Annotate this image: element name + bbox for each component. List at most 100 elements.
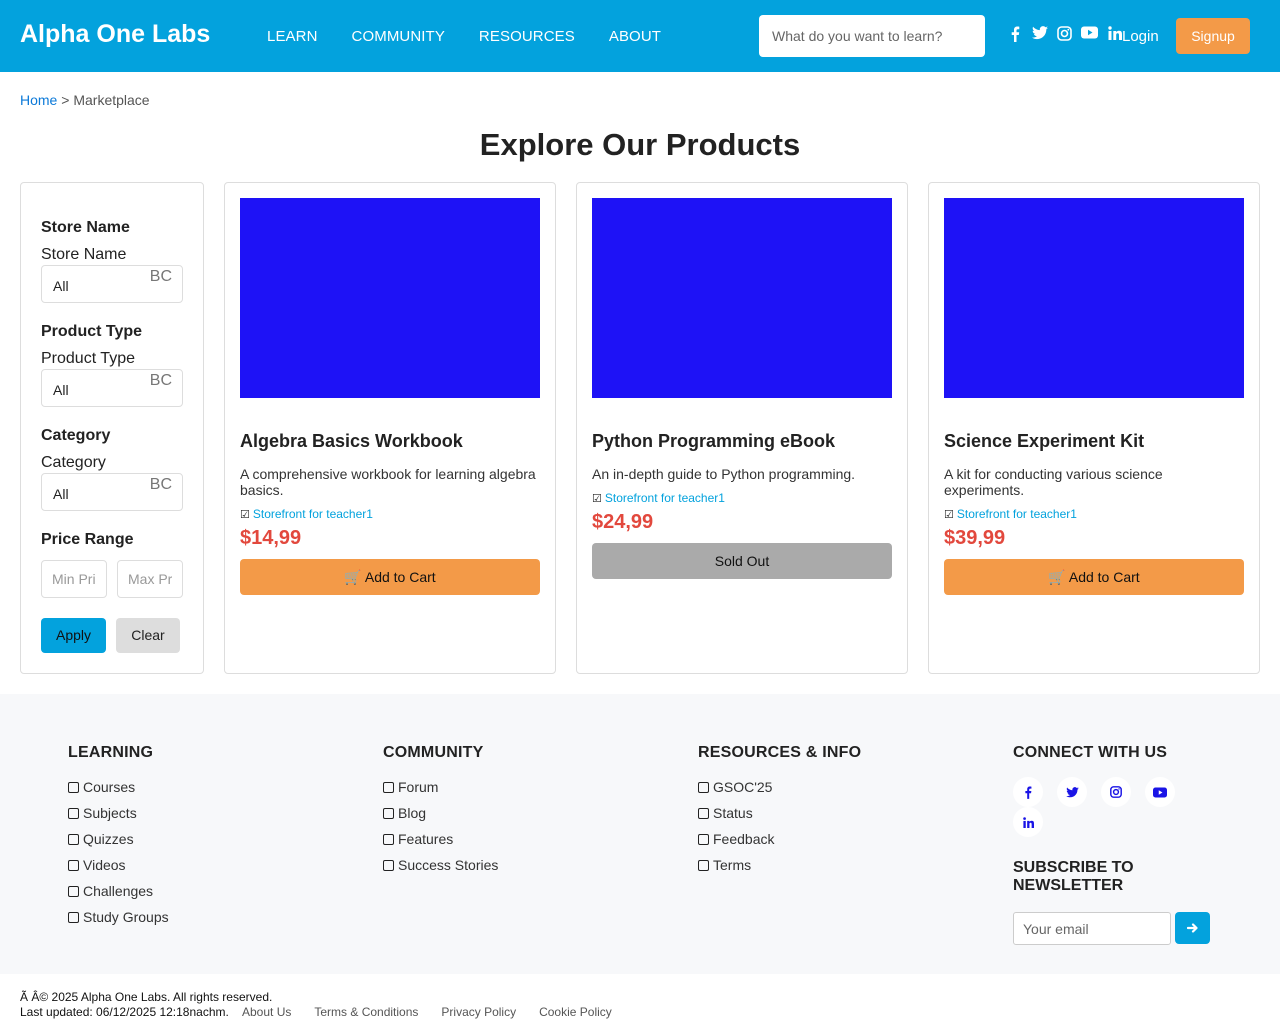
product-image[interactable] [592, 198, 892, 398]
footer-link-label: Subjects [83, 805, 137, 821]
footer-link-success-stories[interactable]: Success Stories [383, 857, 498, 883]
legal-link-cookie[interactable]: Cookie Policy [539, 1005, 612, 1019]
store-name: Storefront for teacher1 [956, 507, 1077, 521]
breadcrumb-current: Marketplace [73, 92, 150, 108]
signup-button[interactable]: Signup [1176, 18, 1250, 54]
footer-link-label: Feedback [713, 831, 775, 847]
header-social-links [1002, 26, 1127, 46]
facebook-icon[interactable] [1013, 777, 1043, 807]
add-to-cart-button[interactable]: 🛒 Add to Cart [944, 559, 1244, 595]
footer-link-blog[interactable]: Blog [383, 805, 498, 831]
square-icon [68, 912, 79, 923]
footer-link-subjects[interactable]: Subjects [68, 805, 169, 831]
last-updated-text: Last updated: 06/12/2025 12:18nachm. [20, 1005, 229, 1019]
legal-link-terms[interactable]: Terms & Conditions [314, 1005, 418, 1019]
footer-heading: LEARNING [68, 744, 154, 761]
footer-link-forum[interactable]: Forum [383, 779, 498, 805]
footer-link-terms[interactable]: Terms [698, 857, 861, 883]
max-price-input[interactable] [117, 560, 183, 598]
store-link[interactable]: ☑ Storefront for teacher1 [944, 507, 1077, 521]
footer-connect: CONNECT WITH US SUBSCRIBE TO NEWSLETTER [1013, 744, 1233, 954]
instagram-icon[interactable] [1052, 26, 1077, 46]
min-price-input[interactable] [41, 560, 107, 598]
youtube-icon[interactable] [1145, 777, 1175, 807]
product-description: A comprehensive workbook for learning al… [240, 466, 536, 498]
product-card: Science Experiment Kit A kit for conduct… [928, 182, 1260, 674]
footer-link-videos[interactable]: Videos [68, 857, 169, 883]
clear-button[interactable]: Clear [116, 618, 180, 653]
nav-learn[interactable]: LEARN [267, 28, 318, 45]
footer-link-label: Terms [713, 857, 752, 873]
youtube-icon[interactable] [1077, 26, 1102, 46]
nav-community[interactable]: COMMUNITY [352, 28, 445, 45]
footer-link-feedback[interactable]: Feedback [698, 831, 861, 857]
nav-resources[interactable]: RESOURCES [479, 28, 575, 45]
footer-social-links [1013, 777, 1193, 837]
category-filter-heading: Category [41, 427, 111, 444]
product-image[interactable] [944, 198, 1244, 398]
select-indicator-icon: BC [149, 372, 172, 389]
footer-link-label: Blog [398, 805, 427, 821]
legal-link-about[interactable]: About Us [242, 1005, 291, 1019]
category-select[interactable]: All BC [41, 473, 183, 511]
footer-link-courses[interactable]: Courses [68, 779, 169, 805]
product-name[interactable]: Algebra Basics Workbook [240, 431, 540, 452]
footer-link-label: Challenges [83, 883, 154, 899]
twitter-icon[interactable] [1057, 777, 1087, 807]
select-indicator-icon: BC [149, 476, 172, 493]
search-input[interactable] [759, 15, 985, 57]
square-icon [383, 834, 394, 845]
footer-link-study-groups[interactable]: Study Groups [68, 909, 169, 935]
newsletter-submit-button[interactable] [1175, 912, 1210, 944]
type-select[interactable]: All BC [41, 369, 183, 407]
brand-logo[interactable]: Alpha One Labs [20, 20, 210, 49]
footer-link-label: Success Stories [398, 857, 499, 873]
footer-link-status[interactable]: Status [698, 805, 861, 831]
square-icon [68, 782, 79, 793]
square-icon [68, 860, 79, 871]
square-icon [383, 782, 394, 793]
newsletter-email-input[interactable] [1013, 912, 1171, 945]
product-name[interactable]: Science Experiment Kit [944, 431, 1244, 452]
footer-link-features[interactable]: Features [383, 831, 498, 857]
product-card: Algebra Basics Workbook A comprehensive … [224, 182, 556, 674]
cart-icon: 🛒 [1048, 569, 1066, 585]
instagram-icon[interactable] [1101, 777, 1131, 807]
facebook-icon[interactable] [1002, 26, 1027, 46]
breadcrumb-home[interactable]: Home [20, 92, 57, 108]
store-link[interactable]: ☑ Storefront for teacher1 [240, 507, 373, 521]
page-title: Explore Our Products [479, 127, 801, 162]
square-icon [68, 808, 79, 819]
square-icon [698, 808, 709, 819]
product-card: Python Programming eBook An in-depth gui… [576, 182, 908, 674]
store-select[interactable]: All BC [41, 265, 183, 303]
footer-link-challenges[interactable]: Challenges [68, 883, 169, 909]
product-image[interactable] [240, 198, 540, 398]
apply-button[interactable]: Apply [41, 618, 106, 653]
category-select-value: All [53, 486, 69, 502]
product-description: An in-depth guide to Python programming. [592, 466, 856, 482]
store-link[interactable]: ☑ Storefront for teacher1 [592, 491, 725, 505]
cart-icon: 🛒 [344, 569, 362, 585]
breadcrumb-separator: > [61, 92, 70, 108]
footer-link-label: Videos [83, 857, 126, 873]
filter-sidebar: Store Name Store Name All BC Product Typ… [20, 182, 204, 674]
footer-link-gsoc[interactable]: GSOC'25 [698, 779, 861, 805]
type-filter-label: Product Type [41, 350, 135, 367]
sold-out-button[interactable]: Sold Out [592, 543, 892, 579]
square-icon [698, 782, 709, 793]
type-select-value: All [53, 382, 69, 398]
newsletter-heading: SUBSCRIBE TO NEWSLETTER [1013, 859, 1134, 894]
store-select-value: All [53, 278, 69, 294]
product-name[interactable]: Python Programming eBook [592, 431, 892, 452]
login-link[interactable]: Login [1122, 28, 1159, 45]
footer-heading: COMMUNITY [383, 744, 484, 761]
select-indicator-icon: BC [149, 268, 172, 285]
store-filter-label: Store Name [41, 246, 127, 263]
nav-about[interactable]: ABOUT [609, 28, 661, 45]
legal-link-privacy[interactable]: Privacy Policy [441, 1005, 516, 1019]
footer-link-quizzes[interactable]: Quizzes [68, 831, 169, 857]
linkedin-icon[interactable] [1013, 807, 1043, 837]
twitter-icon[interactable] [1027, 26, 1052, 46]
add-to-cart-button[interactable]: 🛒 Add to Cart [240, 559, 540, 595]
